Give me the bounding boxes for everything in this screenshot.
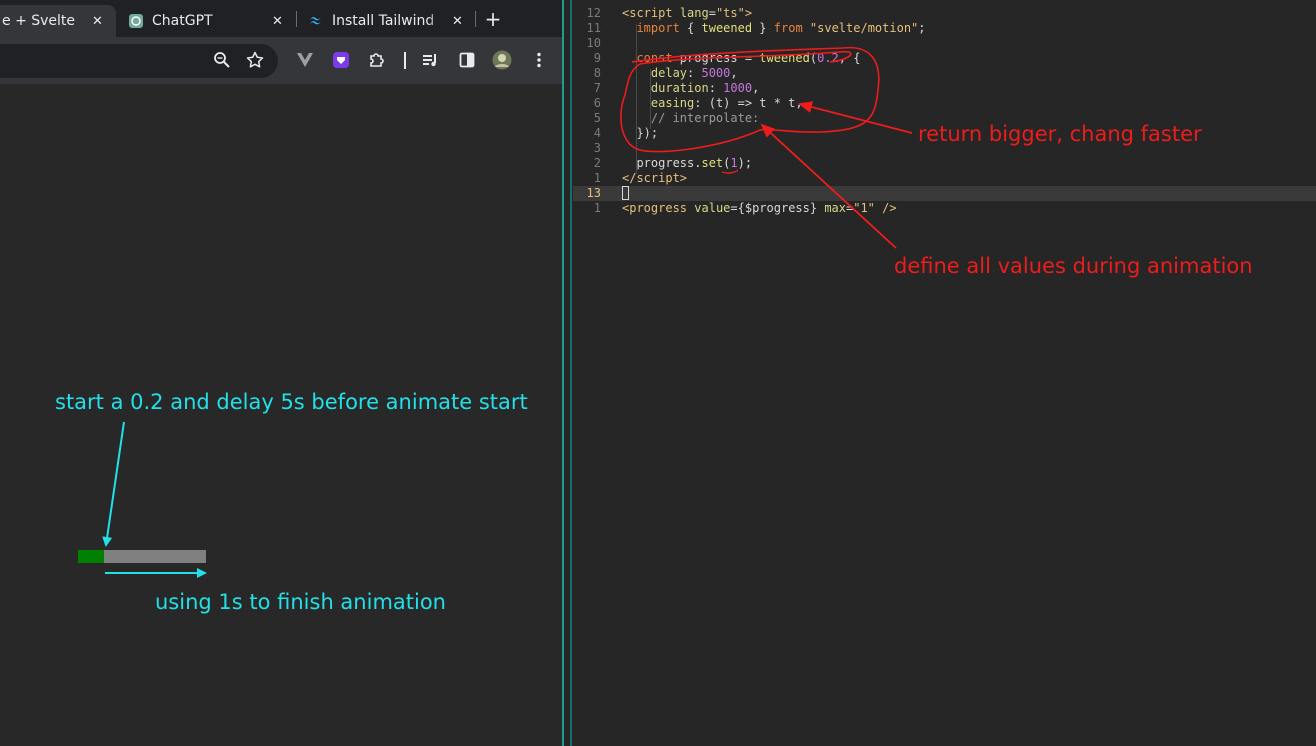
tab-tailwind[interactable]: Install Tailwind ✕	[308, 5, 470, 37]
tab-chatgpt[interactable]: ChatGPT ✕	[128, 5, 290, 37]
line-number: 1	[593, 201, 601, 215]
page-content	[0, 84, 562, 746]
tab-title: ChatGPT	[152, 13, 213, 29]
line-number: 2	[593, 156, 601, 170]
menu-kebab-icon[interactable]	[529, 50, 549, 70]
code-text: import { tweened } from "svelte/motion";	[636, 21, 926, 35]
line-number: 11	[586, 21, 601, 35]
code-text: duration: 1000,	[650, 81, 760, 95]
vue-devtools-icon[interactable]	[295, 50, 315, 70]
code-line[interactable]: 11 import { tweened } from "svelte/motio…	[573, 21, 1316, 36]
close-icon[interactable]: ✕	[272, 14, 283, 29]
tab-title: Install Tailwind	[332, 13, 435, 29]
code-text	[622, 186, 629, 201]
line-number: 12	[586, 6, 601, 20]
tab-svelte[interactable]: e + Svelte ✕	[0, 5, 116, 37]
code-editor[interactable]: 12 <script lang="ts"> 11 import { tweened …	[573, 0, 1316, 746]
browser-window: e + Svelte ✕ ChatGPT ✕ Install Tailwind …	[0, 0, 562, 746]
progress-bar-fill	[78, 550, 104, 563]
line-number: 9	[593, 51, 601, 65]
code-line[interactable]: 6 easing: (t) => t * t,	[573, 96, 1316, 111]
line-number: 13	[586, 186, 601, 200]
line-number: 8	[593, 66, 601, 80]
code-line[interactable]: 1 </script>	[573, 171, 1316, 186]
line-number: 6	[593, 96, 601, 110]
line-number: 10	[586, 36, 601, 50]
tab-bar: e + Svelte ✕ ChatGPT ✕ Install Tailwind …	[0, 0, 562, 37]
code-text: // interpolate:	[650, 111, 760, 125]
progress-bar	[78, 550, 206, 563]
media-queue-icon[interactable]	[421, 50, 441, 70]
browser-toolbar	[0, 37, 562, 84]
code-text: easing: (t) => t * t,	[650, 96, 803, 110]
line-number: 1	[593, 171, 601, 185]
screen: e + Svelte ✕ ChatGPT ✕ Install Tailwind …	[0, 0, 1316, 746]
code-text: delay: 5000,	[650, 66, 738, 80]
code-line[interactable]: 8 delay: 5000,	[573, 66, 1316, 81]
code-text: const progress = tweened(0.2, {	[636, 51, 861, 65]
code-text: <script lang="ts">	[622, 6, 753, 20]
close-icon[interactable]: ✕	[452, 14, 463, 29]
start-annotation: start a 0.2 and delay 5s before animate …	[55, 390, 528, 414]
zoom-icon[interactable]	[212, 50, 232, 70]
code-text: progress.set(1);	[622, 156, 753, 170]
code-line[interactable]: 2 progress.set(1);	[573, 156, 1316, 171]
line-number: 4	[593, 126, 601, 140]
chatgpt-icon	[128, 13, 144, 29]
code-text: });	[622, 126, 659, 140]
side-panel-icon[interactable]	[457, 50, 477, 70]
bookmark-star-icon[interactable]	[245, 50, 265, 70]
code-text: <progress value={$progress} max="1" />	[622, 201, 897, 215]
extension-purple-icon[interactable]	[331, 50, 351, 70]
toolbar-divider	[404, 52, 406, 69]
extensions-puzzle-icon[interactable]	[367, 50, 387, 70]
new-tab-button[interactable]: +	[484, 7, 502, 31]
line-number: 7	[593, 81, 601, 95]
divider-line	[562, 0, 564, 746]
window-divider[interactable]	[562, 0, 573, 746]
line-number: 5	[593, 111, 601, 125]
code-line[interactable]: 10	[573, 36, 1316, 51]
easing-annotation: return bigger, chang faster	[918, 122, 1202, 146]
profile-avatar-icon[interactable]	[492, 50, 512, 70]
tab-separator	[296, 11, 297, 27]
close-icon[interactable]: ✕	[92, 14, 103, 29]
tab-title: e + Svelte	[2, 13, 76, 29]
tab-separator	[475, 11, 476, 27]
code-line[interactable]: 9 const progress = tweened(0.2, {	[573, 51, 1316, 66]
code-line[interactable]: 7 duration: 1000,	[573, 81, 1316, 96]
tailwind-icon	[308, 13, 324, 29]
code-line-current[interactable]: 13	[573, 186, 1316, 201]
line-number: 3	[593, 141, 601, 155]
divider-line	[570, 0, 572, 746]
duration-annotation: using 1s to finish animation	[155, 590, 446, 614]
code-line[interactable]: 1 <progress value={$progress} max="1" />	[573, 201, 1316, 216]
interpolate-annotation: define all values during animation	[894, 254, 1253, 278]
code-line[interactable]: 12 <script lang="ts">	[573, 6, 1316, 21]
code-text: </script>	[622, 171, 688, 185]
address-bar[interactable]	[0, 44, 278, 78]
